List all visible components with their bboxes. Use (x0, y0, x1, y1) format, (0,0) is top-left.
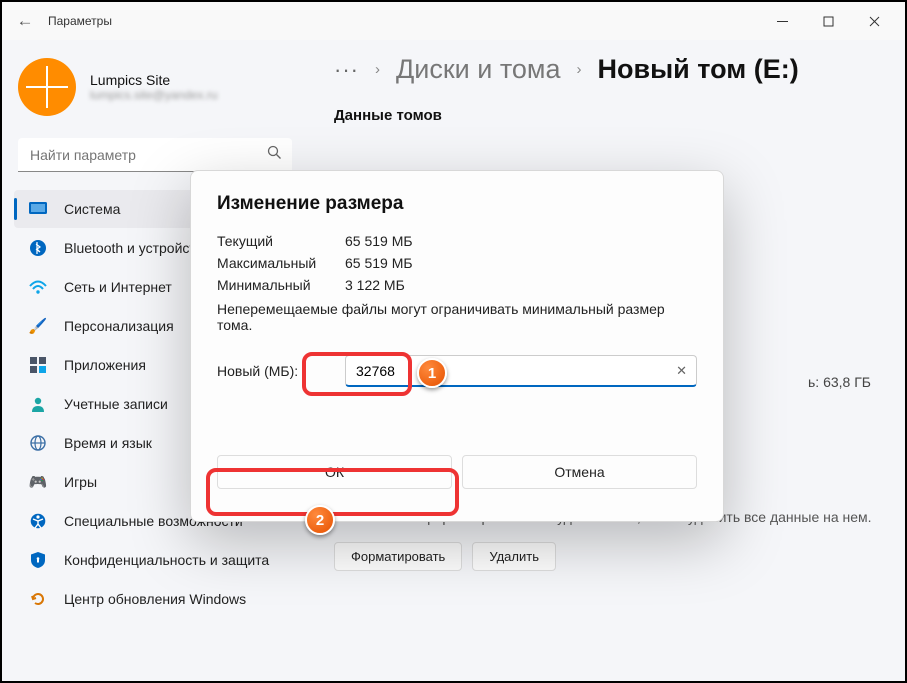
avatar (18, 58, 76, 116)
max-label: Максимальный (217, 255, 345, 271)
nav-privacy[interactable]: Конфиденциальность и защита (14, 541, 296, 579)
profile-block[interactable]: Lumpics Site lumpics.site@yandex.ru (12, 50, 298, 124)
apps-icon (28, 355, 48, 375)
nav-label: Приложения (64, 357, 146, 373)
nav-label: Время и язык (64, 435, 152, 451)
close-button[interactable] (851, 6, 897, 36)
breadcrumb-overflow[interactable]: ··· (334, 57, 359, 83)
current-value: 65 519 МБ (345, 233, 413, 249)
resize-dialog: Изменение размера Текущий65 519 МБ Макси… (190, 170, 724, 522)
profile-email: lumpics.site@yandex.ru (90, 88, 218, 102)
person-icon (28, 394, 48, 414)
shield-icon (28, 550, 48, 570)
nav-label: Система (64, 201, 120, 217)
nav-label: Центр обновления Windows (64, 591, 246, 607)
ok-button[interactable]: ОК (217, 455, 452, 489)
system-icon (28, 199, 48, 219)
nav-label: Конфиденциальность и защита (64, 552, 269, 568)
nav-label: Сеть и Интернет (64, 279, 172, 295)
cancel-button[interactable]: Отмена (462, 455, 697, 489)
accessibility-icon (28, 511, 48, 531)
search-input[interactable] (18, 138, 292, 172)
format-button[interactable]: Форматировать (334, 542, 462, 571)
globe-icon (28, 433, 48, 453)
titlebar: ← Параметры (2, 2, 905, 40)
current-label: Текущий (217, 233, 345, 249)
nav-label: Игры (64, 474, 97, 490)
breadcrumb: ··· › Диски и тома › Новый том (E:) (334, 54, 877, 85)
new-size-label: Новый (МБ): (217, 363, 345, 379)
nav-label: Персонализация (64, 318, 174, 334)
maximize-button[interactable] (805, 6, 851, 36)
annotation-badge-1: 1 (417, 358, 447, 388)
back-button[interactable]: ← (10, 6, 40, 36)
chevron-right-icon: › (577, 61, 582, 78)
annotation-badge-2: 2 (305, 505, 335, 535)
chevron-right-icon: › (375, 61, 380, 78)
update-icon (28, 589, 48, 609)
delete-button[interactable]: Удалить (472, 542, 556, 571)
nav-update[interactable]: Центр обновления Windows (14, 580, 296, 618)
nav-label: Учетные записи (64, 396, 168, 412)
network-icon (28, 277, 48, 297)
new-size-input[interactable] (345, 355, 697, 387)
search-icon (267, 145, 282, 165)
gamepad-icon: 🎮 (28, 472, 48, 492)
section-volume-data: Данные томов (334, 107, 877, 124)
dialog-title: Изменение размера (217, 193, 697, 215)
bluetooth-icon (28, 238, 48, 258)
min-label: Минимальный (217, 277, 345, 293)
clear-icon[interactable]: ✕ (676, 363, 687, 379)
profile-name: Lumpics Site (90, 72, 218, 88)
nav-label: Bluetooth и устройства (64, 240, 211, 256)
minimize-button[interactable] (759, 6, 805, 36)
crumb-current: Новый том (E:) (598, 54, 799, 85)
min-value: 3 122 МБ (345, 277, 405, 293)
brush-icon: 🖌️ (28, 316, 48, 336)
dialog-note: Неперемещаемые файлы могут ограничивать … (217, 301, 697, 333)
window-title: Параметры (48, 14, 112, 28)
max-value: 65 519 МБ (345, 255, 413, 271)
crumb-disks[interactable]: Диски и тома (396, 54, 561, 85)
